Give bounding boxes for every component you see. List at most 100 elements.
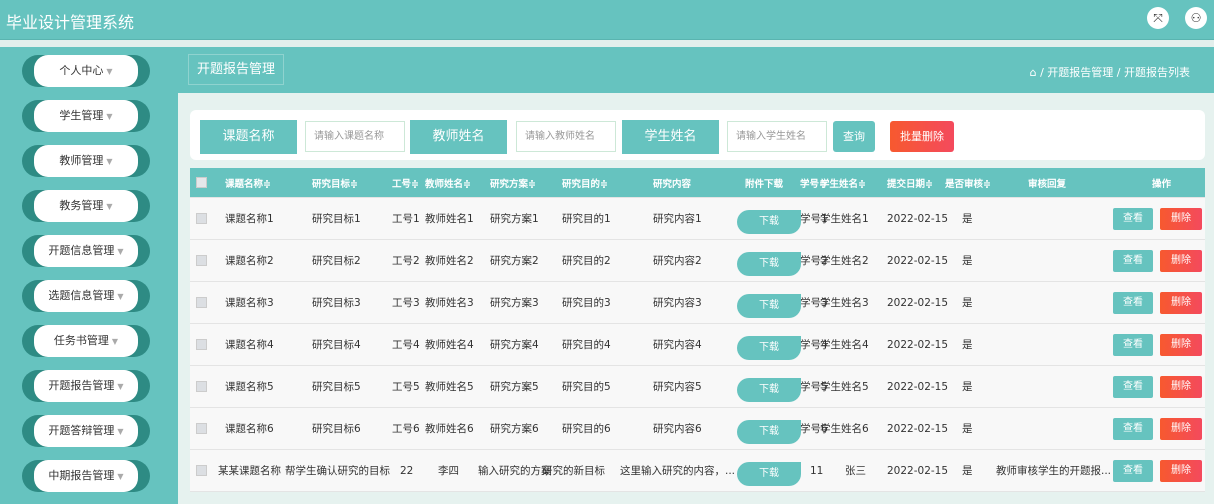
- sidebar-item[interactable]: 个人中心 ▼: [22, 55, 150, 87]
- download-button[interactable]: 下载: [737, 209, 801, 234]
- view-button[interactable]: 查看: [1113, 333, 1153, 356]
- column-header[interactable]: 教师姓名≑: [425, 168, 471, 197]
- top-bar: 毕业设计管理系统 ⤧ ⚇: [0, 0, 1214, 40]
- table-cell: 研究目标4: [312, 339, 361, 351]
- delete-button[interactable]: 删除: [1160, 333, 1202, 356]
- table-cell: 研究方案6: [490, 423, 539, 435]
- column-header[interactable]: 课题名称≑: [225, 168, 271, 197]
- table-cell: 研究目标6: [312, 423, 361, 435]
- sidebar-item-text: 开题报告管理: [48, 379, 115, 392]
- view-button[interactable]: 查看: [1113, 207, 1153, 230]
- table-cell: 2022-02-15: [887, 422, 949, 435]
- table-cell: 课题名称3: [225, 297, 274, 309]
- caret-down-icon: ▼: [106, 67, 113, 76]
- query-button[interactable]: 查询: [833, 121, 875, 152]
- column-header[interactable]: 学生姓名≑: [820, 168, 866, 197]
- row-checkbox[interactable]: [196, 297, 207, 308]
- teacher-input[interactable]: 请输入教师姓名: [516, 121, 616, 152]
- caret-down-icon: ▼: [117, 247, 124, 256]
- download-button[interactable]: 下载: [737, 293, 801, 318]
- sidebar-item[interactable]: 开题答辩管理 ▼: [22, 415, 150, 447]
- delete-button[interactable]: 删除: [1160, 459, 1202, 482]
- table-cell: 工号4: [392, 339, 420, 351]
- student-input[interactable]: 请输入学生姓名: [727, 121, 827, 152]
- table-cell: 2022-02-15: [887, 338, 949, 351]
- delete-button[interactable]: 删除: [1160, 291, 1202, 314]
- caret-down-icon: ▼: [106, 112, 113, 121]
- column-header[interactable]: 研究目标≑: [312, 168, 358, 197]
- topic-label: 课题名称: [200, 120, 297, 154]
- row-checkbox[interactable]: [196, 213, 207, 224]
- row-checkbox[interactable]: [196, 465, 207, 476]
- table-cell: 工号3: [392, 297, 420, 309]
- table-cell: 研究目的1: [562, 213, 611, 225]
- view-button[interactable]: 查看: [1113, 291, 1153, 314]
- sidebar-item[interactable]: 教师管理 ▼: [22, 145, 150, 177]
- caret-down-icon: ▼: [117, 472, 124, 481]
- view-button[interactable]: 查看: [1113, 249, 1153, 272]
- row-checkbox[interactable]: [196, 255, 207, 266]
- table-cell: 某某课题名称: [218, 465, 281, 477]
- table-cell: 研究方案1: [490, 213, 539, 225]
- delete-button[interactable]: 删除: [1160, 417, 1202, 440]
- download-button[interactable]: 下载: [737, 461, 801, 486]
- home-icon[interactable]: ⌂: [1030, 66, 1037, 79]
- table-cell: 研究目标3: [312, 297, 361, 309]
- sidebar-item[interactable]: 开题信息管理 ▼: [22, 235, 150, 267]
- caret-down-icon: ▼: [117, 382, 124, 391]
- column-header[interactable]: 工号≑: [392, 168, 419, 197]
- table-cell: 教师姓名1: [425, 213, 474, 225]
- topic-input[interactable]: 请输入课题名称: [305, 121, 405, 152]
- column-header[interactable]: 研究目的≑: [562, 168, 608, 197]
- table-cell: 2022-02-15: [887, 254, 949, 267]
- download-button[interactable]: 下载: [737, 335, 801, 360]
- row-checkbox[interactable]: [196, 381, 207, 392]
- sidebar-item[interactable]: 中期报告管理 ▼: [22, 460, 150, 492]
- view-button[interactable]: 查看: [1113, 375, 1153, 398]
- view-button[interactable]: 查看: [1113, 417, 1153, 440]
- select-all-checkbox[interactable]: [196, 177, 207, 188]
- sidebar-item[interactable]: 选题信息管理 ▼: [22, 280, 150, 312]
- row-checkbox[interactable]: [196, 339, 207, 350]
- table-cell: 教师姓名2: [425, 255, 474, 267]
- table-cell: 研究目标5: [312, 381, 361, 393]
- table-cell: 课题名称2: [225, 255, 274, 267]
- delete-button[interactable]: 删除: [1160, 375, 1202, 398]
- table-cell: 研究目的4: [562, 339, 611, 351]
- column-header[interactable]: 研究方案≑: [490, 168, 536, 197]
- table-cell: 研究内容2: [653, 255, 702, 267]
- column-header[interactable]: 提交日期≑: [887, 168, 933, 197]
- breadcrumb-item: 开题报告列表: [1124, 66, 1190, 79]
- fullscreen-icon[interactable]: ⤧: [1147, 7, 1169, 29]
- sidebar-item-label: 教师管理 ▼: [34, 145, 138, 177]
- sidebar-item[interactable]: 任务书管理 ▼: [22, 325, 150, 357]
- batch-delete-button[interactable]: 批量删除: [890, 121, 954, 152]
- view-button[interactable]: 查看: [1113, 459, 1153, 482]
- caret-down-icon: ▼: [117, 292, 124, 301]
- table-cell: 学生姓名4: [820, 339, 869, 351]
- table-cell: 这里输入研究的内容，...: [620, 465, 736, 477]
- caret-down-icon: ▼: [106, 157, 113, 166]
- table-row: 课题名称3 研究目标3 工号3 教师姓名3 研究方案3 研究目的3 研究内容3 学号3 学生姓名…: [190, 282, 1205, 324]
- download-button[interactable]: 下载: [737, 251, 801, 276]
- sidebar-item[interactable]: 开题报告管理 ▼: [22, 370, 150, 402]
- table-cell: 工号6: [392, 423, 420, 435]
- row-checkbox[interactable]: [196, 423, 207, 434]
- column-header: 研究内容: [653, 178, 692, 190]
- table-cell: 研究内容3: [653, 297, 702, 309]
- table-cell: 研究的新目标: [542, 465, 605, 477]
- user-icon[interactable]: ⚇: [1185, 7, 1207, 29]
- download-button[interactable]: 下载: [737, 377, 801, 402]
- table-cell: 是: [962, 465, 973, 477]
- sidebar-item[interactable]: 学生管理 ▼: [22, 100, 150, 132]
- sidebar-item-label: 开题报告管理 ▼: [34, 370, 138, 402]
- download-button[interactable]: 下载: [737, 419, 801, 444]
- table-row: 课题名称5 研究目标5 工号5 教师姓名5 研究方案5 研究目的5 研究内容5 学号5 学生姓名…: [190, 366, 1205, 408]
- column-header[interactable]: 是否审核≑: [945, 168, 991, 197]
- delete-button[interactable]: 删除: [1160, 249, 1202, 272]
- sidebar-item[interactable]: 教务管理 ▼: [22, 190, 150, 222]
- table-cell: 学生姓名5: [820, 381, 869, 393]
- breadcrumb-item[interactable]: 开题报告管理: [1047, 66, 1113, 79]
- table-cell: 学生姓名2: [820, 255, 869, 267]
- delete-button[interactable]: 删除: [1160, 207, 1202, 230]
